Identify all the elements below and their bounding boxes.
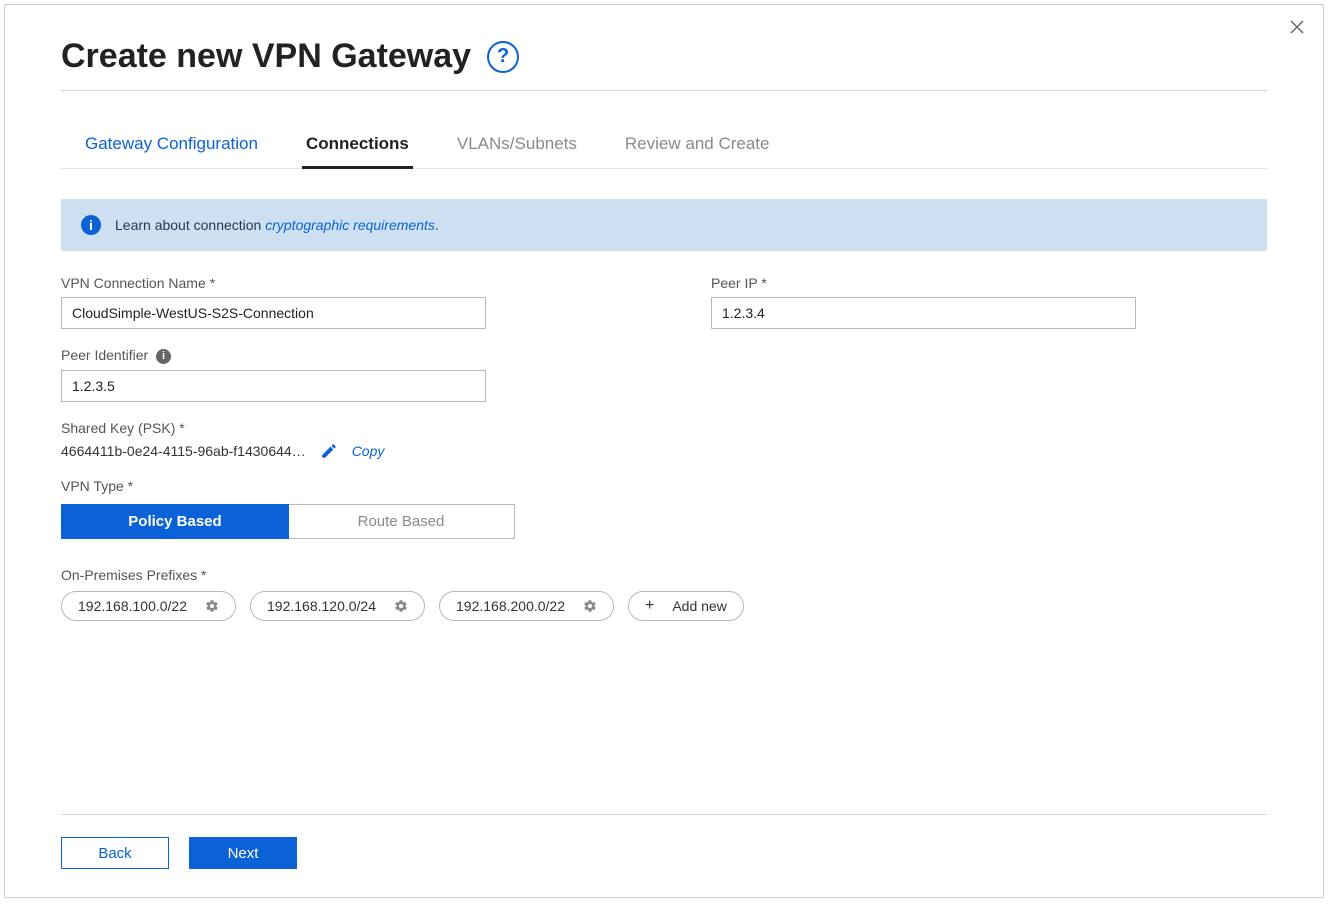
add-prefix-button[interactable]: + Add new (628, 591, 744, 621)
peer-ip-label: Peer IP * (711, 275, 1181, 291)
wizard-footer: Back Next (61, 814, 1267, 869)
gear-icon[interactable] (205, 599, 219, 613)
crypto-requirements-link[interactable]: cryptographic requirements (265, 217, 435, 233)
field-peer-identifier: Peer Identifier i (61, 347, 531, 402)
wizard-tabs: Gateway Configuration Connections VLANs/… (61, 127, 1267, 169)
plus-icon: + (645, 598, 654, 614)
prefix-chip-label: 192.168.200.0/22 (456, 598, 565, 614)
info-icon: i (81, 215, 101, 235)
tab-vlans-subnets[interactable]: VLANs/Subnets (453, 128, 581, 169)
help-icon[interactable]: ? (487, 41, 519, 73)
next-button[interactable]: Next (189, 837, 297, 869)
field-shared-key: Shared Key (PSK) * 4664411b-0e24-4115-96… (61, 420, 531, 460)
tab-connections[interactable]: Connections (302, 128, 413, 169)
field-vpn-type: VPN Type * Policy Based Route Based (61, 478, 531, 539)
peer-ip-input[interactable] (711, 297, 1136, 329)
prefix-chip[interactable]: 192.168.100.0/22 (61, 591, 236, 621)
prefix-chip-label: 192.168.100.0/22 (78, 598, 187, 614)
vpn-type-policy-based[interactable]: Policy Based (61, 504, 289, 539)
close-icon[interactable] (1285, 15, 1309, 39)
peer-identifier-label: Peer Identifier i (61, 347, 531, 364)
peer-identifier-input[interactable] (61, 370, 486, 402)
tab-review-and-create[interactable]: Review and Create (621, 128, 774, 169)
prefix-chip[interactable]: 192.168.200.0/22 (439, 591, 614, 621)
shared-key-label: Shared Key (PSK) * (61, 420, 531, 436)
connection-name-label: VPN Connection Name * (61, 275, 531, 291)
gear-icon[interactable] (583, 599, 597, 613)
copy-shared-key-link[interactable]: Copy (352, 443, 385, 459)
gear-icon[interactable] (394, 599, 408, 613)
tab-gateway-configuration[interactable]: Gateway Configuration (81, 128, 262, 169)
info-banner: i Learn about connection cryptographic r… (61, 199, 1267, 251)
connection-name-input[interactable] (61, 297, 486, 329)
info-tooltip-icon[interactable]: i (156, 349, 171, 364)
vpn-type-route-based[interactable]: Route Based (288, 505, 514, 538)
info-banner-text: Learn about connection cryptographic req… (115, 217, 439, 233)
field-connection-name: VPN Connection Name * (61, 275, 531, 329)
create-vpn-gateway-dialog: Create new VPN Gateway ? Gateway Configu… (4, 4, 1324, 898)
vpn-type-toggle: Policy Based Route Based (61, 504, 515, 539)
prefix-chip-label: 192.168.120.0/24 (267, 598, 376, 614)
add-prefix-label: Add new (672, 598, 726, 614)
back-button[interactable]: Back (61, 837, 169, 869)
shared-key-value: 4664411b-0e24-4115-96ab-f1430644… (61, 443, 306, 459)
vpn-type-label: VPN Type * (61, 478, 531, 494)
onprem-prefixes-label: On-Premises Prefixes * (61, 567, 1181, 583)
page-title: Create new VPN Gateway (61, 37, 471, 76)
prefix-chip[interactable]: 192.168.120.0/24 (250, 591, 425, 621)
field-peer-ip: Peer IP * (711, 275, 1181, 329)
footer-divider (61, 814, 1267, 815)
edit-shared-key-icon[interactable] (320, 442, 338, 460)
field-onprem-prefixes: On-Premises Prefixes * 192.168.100.0/22 … (61, 567, 1181, 621)
title-divider (61, 90, 1267, 91)
